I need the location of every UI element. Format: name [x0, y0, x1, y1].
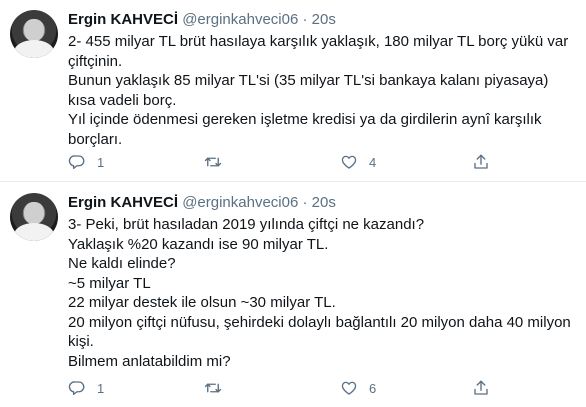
retweet-icon [204, 383, 222, 393]
author-name[interactable]: Ergin KAHVECİ [68, 194, 178, 211]
tweet-line: 20 milyon çiftçi nüfusu, şehirdeki dolay… [68, 313, 571, 351]
header-separator: · [302, 11, 308, 28]
avatar[interactable] [10, 10, 58, 58]
author-name[interactable]: Ergin KAHVECİ [68, 11, 178, 28]
like-count: 4 [369, 154, 377, 170]
reply-icon [68, 155, 85, 170]
heart-icon [341, 155, 357, 169]
header-separator: · [302, 194, 308, 211]
retweet-button[interactable] [204, 376, 233, 400]
reply-button[interactable]: 1 [68, 376, 104, 400]
tweet-header: Ergin KAHVECİ @erginkahveci06 · 20s [68, 193, 336, 212]
like-count: 6 [369, 380, 377, 396]
tweet-line: Bunun yaklaşık 85 milyar TL'si (35 milya… [68, 72, 549, 109]
tweet-text: 3- Peki, brüt hasıladan 2019 yılında çif… [68, 215, 573, 371]
tweet-time[interactable]: 20s [312, 11, 336, 28]
tweet-actions: 1 6 [68, 376, 548, 400]
avatar-shirt [14, 223, 54, 241]
tweet-line: 22 milyar destek ile olsun ~30 milyar TL… [68, 294, 336, 311]
avatar-face [24, 202, 44, 224]
tweet-line: Bilmem anlatabildim mi? [68, 352, 231, 370]
avatar[interactable] [10, 193, 58, 241]
tweet[interactable]: Ergin KAHVECİ @erginkahveci06 · 20s 3- P… [0, 183, 586, 407]
heart-icon [341, 381, 357, 395]
share-icon [474, 380, 488, 395]
author-handle[interactable]: @erginkahveci06 [182, 194, 298, 211]
tweet-line: Yaklaşık %20 kazandı ise 90 milyar TL. [68, 235, 329, 253]
reply-icon [68, 381, 85, 396]
tweet[interactable]: Ergin KAHVECİ @erginkahveci06 · 20s 2- 4… [0, 0, 586, 182]
tweet-line: ~5 milyar TL [68, 274, 151, 292]
tweet-line: 2- 455 milyar TL brüt hasılaya karşılık … [68, 33, 569, 70]
tweet-line: Ne kaldı elinde? [68, 255, 176, 272]
tweet-actions: 1 4 [68, 150, 548, 174]
tweet-text: 2- 455 milyar TL brüt hasılaya karşılık … [68, 32, 573, 149]
author-handle[interactable]: @erginkahveci06 [182, 11, 298, 28]
reply-count: 1 [97, 380, 105, 396]
tweet-line: 3- Peki, brüt hasıladan 2019 yılında çif… [68, 216, 425, 233]
share-button[interactable] [472, 376, 490, 400]
like-button[interactable]: 6 [340, 376, 376, 400]
avatar-face [24, 19, 44, 41]
avatar-shirt [14, 40, 54, 58]
retweet-icon [204, 157, 222, 167]
share-button[interactable] [472, 150, 490, 174]
tweet-time[interactable]: 20s [312, 194, 336, 211]
share-icon [474, 154, 488, 169]
reply-button[interactable]: 1 [68, 150, 104, 174]
retweet-button[interactable] [204, 150, 233, 174]
tweet-line: Yıl içinde ödenmesi gereken işletme kred… [68, 111, 542, 148]
like-button[interactable]: 4 [340, 150, 376, 174]
reply-count: 1 [97, 154, 105, 170]
tweet-header: Ergin KAHVECİ @erginkahveci06 · 20s [68, 10, 336, 29]
